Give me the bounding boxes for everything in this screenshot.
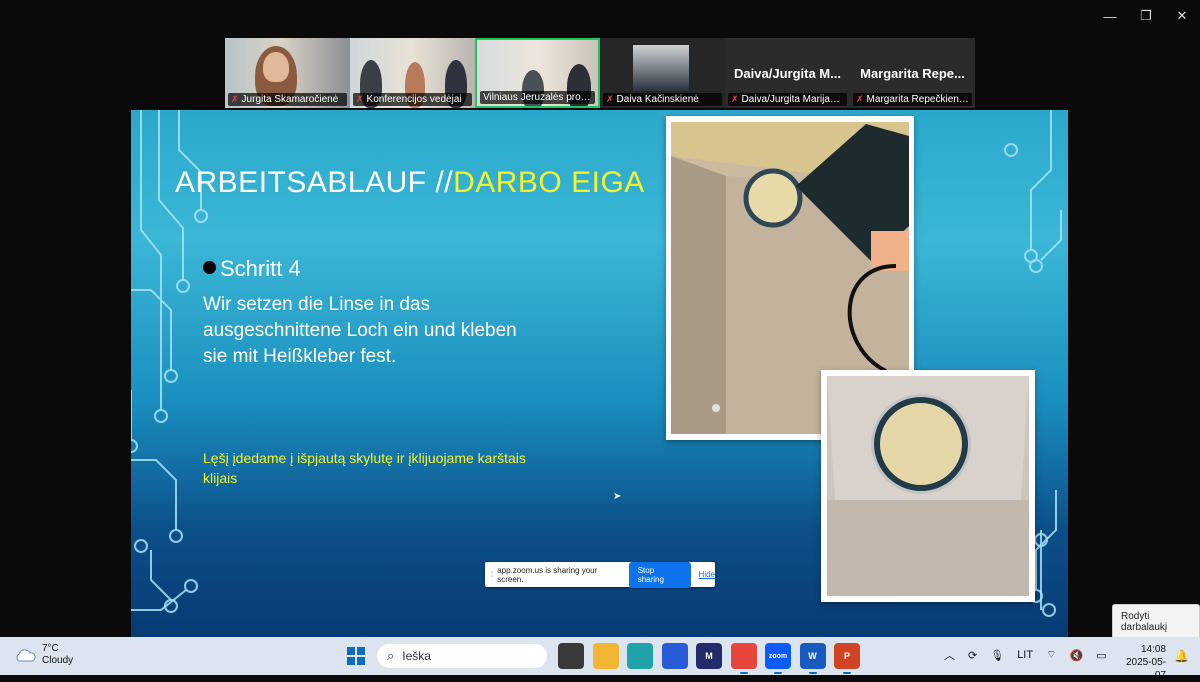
windows-logo-quad xyxy=(347,657,355,665)
store-icon[interactable] xyxy=(661,643,688,669)
notification-bell-icon[interactable]: 🔔 xyxy=(1174,649,1189,663)
screen-share-bar: ⁞ app.zoom.us is sharing your screen. St… xyxy=(485,561,715,588)
mic-muted-icon: ✗ xyxy=(356,94,364,104)
stop-sharing-button[interactable]: Stop sharing xyxy=(628,561,691,588)
slide-title-german: ARBEITSABLAUF // xyxy=(175,166,454,199)
task-view-icon[interactable] xyxy=(558,643,584,669)
participant-tile-active[interactable]: Vilniaus Jeruzalės progim... xyxy=(475,38,600,108)
participant-name: ✗ Jurgita Skamaročienė xyxy=(228,93,347,106)
battery-icon[interactable]: ▭ xyxy=(1096,649,1106,662)
taskbar-search[interactable]: ⌕ Ieška xyxy=(377,644,547,668)
step-label: Schritt 4 xyxy=(220,256,301,281)
drag-handle-icon[interactable]: ⁞ xyxy=(491,570,493,579)
volume-muted-icon[interactable]: 🔇 xyxy=(1069,649,1083,662)
edge-icon[interactable] xyxy=(627,643,653,669)
taskbar: 7°C Cloudy ⌕ Ieška Mzoom W P ︿ ⟳ 🎙 LIT ⌔ 🔇… xyxy=(0,637,1200,681)
participant-big-name: Daiva/Jurgita M... xyxy=(734,66,841,81)
taskbar-apps: Mzoom W P xyxy=(558,643,869,674)
step-description-lithuanian: Lęšį įdedame į išpjautą skylutę ir įklij… xyxy=(203,450,526,486)
hide-link[interactable]: Hide xyxy=(699,570,715,579)
windows-logo-icon xyxy=(347,647,355,655)
chrome-icon[interactable] xyxy=(730,643,757,674)
mic-muted-icon: ✗ xyxy=(231,94,239,104)
slide-title: ARBEITSABLAUF //DARBO EIGA xyxy=(175,166,645,200)
participant-name: ✗ Margarita Repečkienė, ... xyxy=(853,93,972,106)
microphone-icon[interactable]: 🎙 xyxy=(990,649,1004,662)
system-tray: ︿ ⟳ 🎙 LIT ⌔ 🔇 ▭ xyxy=(944,647,1120,663)
minimize-button[interactable]: — xyxy=(1092,0,1128,32)
bullet-icon xyxy=(203,261,216,274)
mic-muted-icon: ✗ xyxy=(731,94,739,104)
mic-muted-icon: ✗ xyxy=(856,94,864,104)
mouse-cursor-icon: ➤ xyxy=(613,491,622,502)
weather-widget[interactable]: 7°C Cloudy xyxy=(14,643,73,667)
participant-tile[interactable]: ✗ Konferencijos vedėjai xyxy=(350,38,475,108)
windows-logo-quad xyxy=(357,647,365,655)
weather-desc: Cloudy xyxy=(42,655,74,666)
cloud-icon xyxy=(16,649,36,662)
participant-name: ✗ Konferencijos vedėjai xyxy=(353,93,472,106)
window-controls: — ❐ ✕ xyxy=(1092,0,1200,32)
participant-tile[interactable]: Daiva/Jurgita M... ✗ Daiva/Jurgita Marija… xyxy=(725,38,850,108)
slide-title-lithuanian: DARBO EIGA xyxy=(453,166,645,199)
chevron-up-icon[interactable]: ︿ xyxy=(944,647,955,663)
participant-strip: ✗ Jurgita Skamaročienė ✗ Konferencijos ved… xyxy=(225,38,975,108)
participant-video xyxy=(633,45,689,91)
participant-tile[interactable]: ✗ Jurgita Skamaročienė xyxy=(225,38,350,108)
step-description-german: Wir setzen die Linse in das ausgeschnitt… xyxy=(203,294,517,367)
copilot-icon[interactable]: M xyxy=(696,643,722,669)
wifi-icon[interactable]: ⌔ xyxy=(1046,648,1056,662)
search-icon: ⌕ xyxy=(387,648,395,663)
zoom-icon[interactable]: zoom xyxy=(765,643,791,674)
close-button[interactable]: ✕ xyxy=(1164,0,1200,32)
step-heading: Schritt 4 xyxy=(203,256,301,282)
language-indicator[interactable]: LIT xyxy=(1017,649,1033,661)
participant-tile[interactable]: Margarita Repe... ✗ Margarita Repečkienė,… xyxy=(850,38,975,108)
share-message: app.zoom.us is sharing your screen. xyxy=(497,565,598,584)
windows-logo-quad xyxy=(357,657,365,665)
file-explorer-icon[interactable] xyxy=(592,643,619,669)
participant-name: ✗ Daiva Kačinskienė xyxy=(603,93,722,106)
show-desktop-tooltip: Rodyti darbalaukį xyxy=(1112,604,1200,640)
powerpoint-icon[interactable]: P xyxy=(834,643,860,674)
participant-tile[interactable]: ✗ Daiva Kačinskienė xyxy=(600,38,725,108)
mic-muted-icon: ✗ xyxy=(606,94,614,104)
participant-name: ✗ Daiva/Jurgita Marijam... xyxy=(728,93,847,106)
search-placeholder: Ieška xyxy=(402,649,431,663)
participant-name: Vilniaus Jeruzalės progim... xyxy=(480,91,595,104)
participant-big-name: Margarita Repe... xyxy=(860,66,965,81)
sync-icon[interactable]: ⟳ xyxy=(968,649,977,662)
clock-time: 14:08 xyxy=(1140,644,1166,655)
clock[interactable]: 14:08 2025-05-07 xyxy=(1116,643,1166,682)
shared-slide: ARBEITSABLAUF //DARBO EIGA Schritt 4 Wir… xyxy=(131,110,1068,637)
restore-button[interactable]: ❐ xyxy=(1128,0,1164,32)
start-button[interactable] xyxy=(347,647,365,665)
clock-date: 2025-05-07 xyxy=(1125,657,1166,681)
weather-temp: 7°C xyxy=(42,643,59,654)
word-icon[interactable]: W xyxy=(799,643,826,674)
photo-lens-in-box xyxy=(821,370,1035,602)
